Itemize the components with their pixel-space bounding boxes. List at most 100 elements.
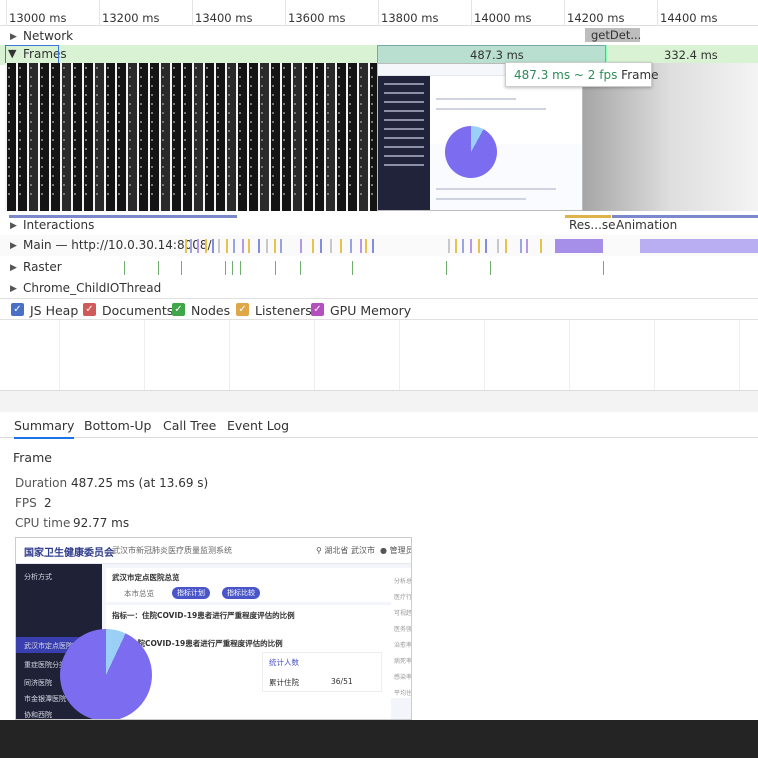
filmstrip-thumbnail[interactable] (337, 63, 346, 211)
main-thread-task[interactable] (330, 239, 332, 253)
main-thread-task[interactable] (540, 239, 542, 253)
filmstrip-thumbnail[interactable] (271, 63, 280, 211)
expand-triangle-icon[interactable]: ▶ (10, 32, 17, 42)
raster-task (490, 261, 491, 275)
filmstrip-thumbnail[interactable] (238, 63, 247, 211)
filmstrip-thumbnail[interactable] (95, 63, 104, 211)
main-thread-task[interactable] (274, 239, 276, 253)
main-thread-long-task[interactable] (640, 239, 758, 253)
main-thread-task[interactable] (197, 239, 199, 253)
main-thread-task[interactable] (485, 239, 487, 253)
filmstrip-thumbnail[interactable] (40, 63, 49, 211)
network-request-bar[interactable]: getDet... (585, 28, 641, 42)
main-thread-task[interactable] (312, 239, 314, 253)
main-thread-task[interactable] (218, 239, 220, 253)
js-heap-checkbox[interactable]: ✓ (11, 303, 24, 316)
filmstrip-thumbnail[interactable] (183, 63, 192, 211)
filmstrip-thumbnail[interactable] (359, 63, 368, 211)
main-thread-task[interactable] (233, 239, 235, 253)
main-thread-task[interactable] (365, 239, 367, 253)
filmstrip-thumbnail[interactable] (282, 63, 291, 211)
main-thread-task[interactable] (372, 239, 374, 253)
filmstrip-thumbnail[interactable] (51, 63, 60, 211)
filmstrip-thumbnail[interactable] (348, 63, 357, 211)
filmstrip-thumbnail[interactable] (128, 63, 137, 211)
main-thread-task[interactable] (185, 239, 187, 253)
main-thread-task[interactable] (300, 239, 302, 253)
listeners-checkbox[interactable]: ✓ (236, 303, 249, 316)
main-thread-task[interactable] (242, 239, 244, 253)
filmstrip-thumbnail[interactable] (315, 63, 324, 211)
filmstrip-thumbnail[interactable] (326, 63, 335, 211)
filmstrip-thumbnail[interactable] (29, 63, 38, 211)
main-thread-task[interactable] (205, 239, 207, 253)
documents-label: Documents (102, 303, 174, 318)
main-thread-task[interactable] (266, 239, 268, 253)
main-thread-task[interactable] (212, 239, 214, 253)
memory-graph[interactable] (0, 320, 758, 390)
filmstrip-thumbnail[interactable] (106, 63, 115, 211)
main-thread-task[interactable] (497, 239, 499, 253)
chrome-io-thread-track[interactable]: ▶ Chrome_ChildIOThread (0, 278, 758, 299)
expand-triangle-icon[interactable]: ▶ (10, 263, 17, 273)
main-thread-task[interactable] (226, 239, 228, 253)
main-thread-task[interactable] (340, 239, 342, 253)
main-thread-task[interactable] (248, 239, 250, 253)
main-thread-task[interactable] (455, 239, 457, 253)
filmstrip-thumbnail[interactable] (293, 63, 302, 211)
main-thread-task[interactable] (448, 239, 450, 253)
frame-screenshot[interactable]: 国家卫生健康委员会 武汉市新冠肺炎医疗质量监测系统 ⚲ 湖北省 武汉市 ● 管理… (15, 537, 412, 720)
main-thread-task[interactable] (470, 239, 472, 253)
tab-event-log[interactable]: Event Log (227, 418, 289, 433)
tab-call-tree[interactable]: Call Tree (163, 418, 216, 433)
raster-task (181, 261, 182, 275)
main-thread-task[interactable] (526, 239, 528, 253)
filmstrip-thumbnail[interactable] (117, 63, 126, 211)
filmstrip-thumbnail[interactable] (62, 63, 71, 211)
expand-triangle-icon[interactable]: ▶ (10, 221, 17, 231)
main-thread-task[interactable] (320, 239, 322, 253)
filmstrip-thumbnail[interactable] (172, 63, 181, 211)
filmstrip-thumbnail[interactable] (194, 63, 203, 211)
filmstrip-thumbnail[interactable] (249, 63, 258, 211)
filmstrip-thumbnail[interactable] (150, 63, 159, 211)
main-thread-task[interactable] (520, 239, 522, 253)
animation-bar[interactable] (612, 215, 758, 218)
timeline-ruler[interactable]: 13000 ms 13200 ms 13400 ms 13600 ms 1380… (0, 0, 758, 26)
gpu-memory-checkbox[interactable]: ✓ (311, 303, 324, 316)
network-track[interactable]: ▶ Network getDet... (0, 26, 758, 47)
expand-triangle-icon[interactable]: ▶ (10, 241, 17, 251)
main-thread-task[interactable] (505, 239, 507, 253)
main-thread-task[interactable] (478, 239, 480, 253)
main-thread-task[interactable] (360, 239, 362, 253)
nodes-checkbox[interactable]: ✓ (172, 303, 185, 316)
filmstrip-thumbnail[interactable] (260, 63, 269, 211)
filmstrip-thumbnail[interactable] (139, 63, 148, 211)
filmstrip-thumbnail[interactable] (304, 63, 313, 211)
panel-splitter[interactable] (0, 390, 758, 412)
tab-summary[interactable]: Summary (14, 418, 75, 439)
expand-triangle-icon[interactable]: ▶ (10, 284, 17, 294)
raster-track[interactable]: ▶ Raster (0, 257, 758, 278)
main-thread-task[interactable] (462, 239, 464, 253)
tab-bottom-up[interactable]: Bottom-Up (84, 418, 151, 433)
filmstrip-thumbnail[interactable] (161, 63, 170, 211)
filmstrip-thumbnail[interactable] (227, 63, 236, 211)
main-thread-task[interactable] (190, 239, 192, 253)
filmstrip-thumbnail[interactable] (84, 63, 93, 211)
interaction-bar[interactable] (9, 215, 237, 218)
main-thread-task[interactable] (258, 239, 260, 253)
main-thread-long-task[interactable] (555, 239, 603, 253)
filmstrip-thumbnail[interactable] (7, 63, 16, 211)
filmstrip-thumbnail[interactable] (205, 63, 214, 211)
memory-gridline (739, 320, 740, 390)
main-thread-task[interactable] (350, 239, 352, 253)
filmstrip-thumbnail[interactable] (73, 63, 82, 211)
interactions-track[interactable]: ▶ Interactions Res...se Animation (0, 215, 758, 236)
documents-checkbox[interactable]: ✓ (83, 303, 96, 316)
filmstrip-thumbnail[interactable] (18, 63, 27, 211)
main-thread-track[interactable]: ▶ Main — http://10.0.30.14:8008/ (0, 235, 758, 256)
main-thread-task[interactable] (280, 239, 282, 253)
response-bar[interactable] (565, 215, 611, 218)
filmstrip-thumbnail[interactable] (216, 63, 225, 211)
